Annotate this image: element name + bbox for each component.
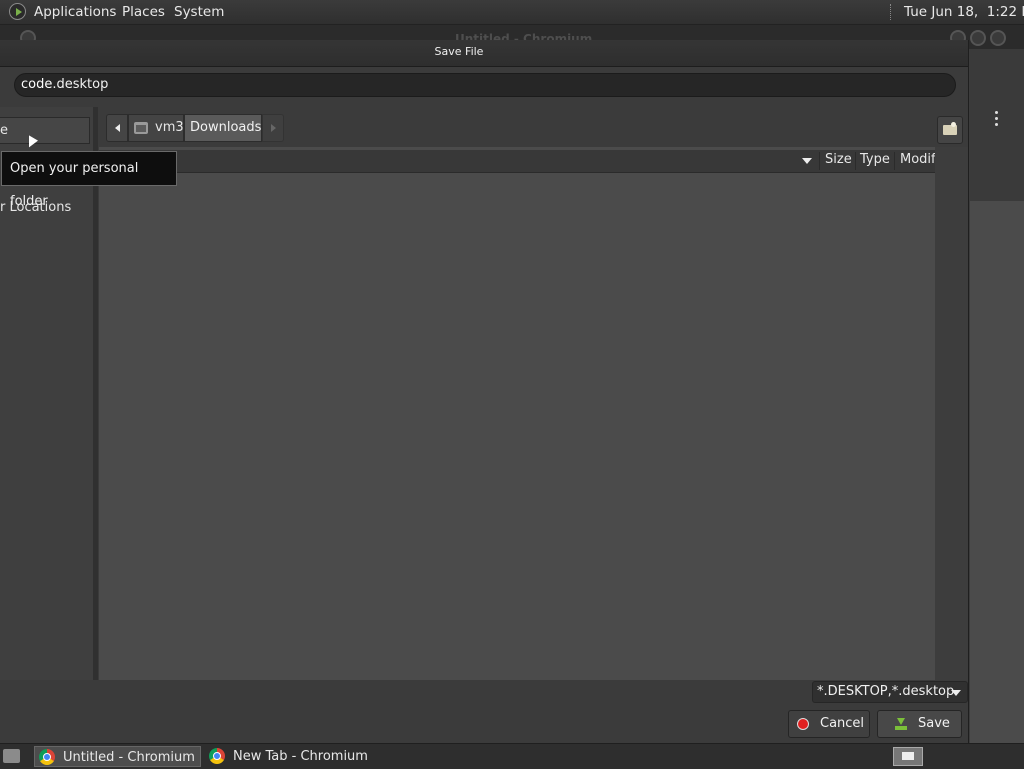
cancel-button-label: Cancel	[820, 716, 865, 731]
system-menu[interactable]: System	[174, 4, 224, 20]
applications-menu[interactable]: Applications	[34, 4, 116, 20]
cancel-icon	[797, 718, 809, 730]
file-type-filter-select[interactable]: *.DESKTOP,*.desktop	[812, 681, 968, 703]
save-file-dialog: Save File code.desktop e r Locations vm3…	[0, 40, 969, 743]
file-list-scrollbar[interactable]	[935, 147, 968, 680]
dialog-titlebar: Save File	[0, 40, 968, 67]
taskbar-item-label: New Tab - Chromium	[233, 749, 368, 764]
sidebar-item-label: e	[0, 123, 8, 138]
file-list[interactable]	[99, 147, 935, 680]
chromium-icon	[39, 749, 55, 765]
download-icon	[895, 718, 907, 730]
panel-separator	[890, 4, 893, 20]
create-folder-button[interactable]	[937, 116, 963, 144]
clock[interactable]: Tue Jun 18, 1:22 PM	[904, 4, 1024, 20]
tooltip: Open your personal folder	[1, 151, 177, 209]
column-header-type[interactable]: Type	[860, 152, 890, 167]
path-segment-vm3[interactable]: vm3	[128, 114, 184, 142]
path-back-button[interactable]	[106, 114, 128, 142]
taskbar-item-untitled-chromium[interactable]: Untitled - Chromium	[34, 746, 201, 767]
taskbar-item-label: Untitled - Chromium	[63, 750, 195, 765]
file-name-input[interactable]: code.desktop	[14, 73, 956, 97]
save-button[interactable]: Save	[877, 710, 962, 738]
home-folder-icon	[134, 122, 148, 134]
column-separator	[819, 152, 820, 170]
sidebar-item-home[interactable]: e	[0, 117, 90, 144]
chromium-content-area	[970, 201, 1024, 743]
chromium-menu-icon[interactable]	[995, 111, 999, 129]
chromium-icon	[209, 748, 225, 764]
maximize-icon[interactable]	[970, 30, 986, 46]
sidebar-pane-separator[interactable]	[93, 107, 98, 680]
top-panel: Applications Places System Tue Jun 18, 1…	[0, 0, 1024, 25]
column-separator	[894, 152, 895, 170]
close-icon[interactable]	[990, 30, 1006, 46]
places-menu[interactable]: Places	[122, 4, 165, 20]
dialog-title: Save File	[434, 45, 484, 58]
path-segment-downloads[interactable]: Downloads	[184, 114, 262, 142]
column-header-modified[interactable]: Modif	[900, 152, 936, 167]
file-name-stem: code	[21, 77, 53, 92]
file-name-extension: .desktop	[52, 77, 109, 92]
workspace-switcher-icon[interactable]	[893, 747, 923, 766]
taskbar-item-new-tab-chromium[interactable]: New Tab - Chromium	[205, 746, 375, 767]
file-list-header: Size Type Modif	[99, 150, 936, 173]
chromium-toolbar-edge	[970, 49, 1024, 743]
column-separator	[855, 152, 856, 170]
chevron-down-icon	[951, 690, 961, 696]
path-forward-button[interactable]	[262, 114, 284, 142]
distro-logo-icon[interactable]	[9, 3, 26, 20]
file-type-filter-value: *.DESKTOP,*.desktop	[817, 684, 955, 699]
show-desktop-icon[interactable]	[3, 749, 20, 763]
path-segment-label: vm3	[155, 120, 184, 135]
sort-descending-icon[interactable]	[802, 158, 812, 164]
cancel-button[interactable]: Cancel	[788, 710, 870, 738]
taskbar: Untitled - Chromium New Tab - Chromium	[0, 743, 1024, 769]
save-button-label: Save	[918, 716, 950, 731]
column-header-size[interactable]: Size	[825, 152, 852, 167]
